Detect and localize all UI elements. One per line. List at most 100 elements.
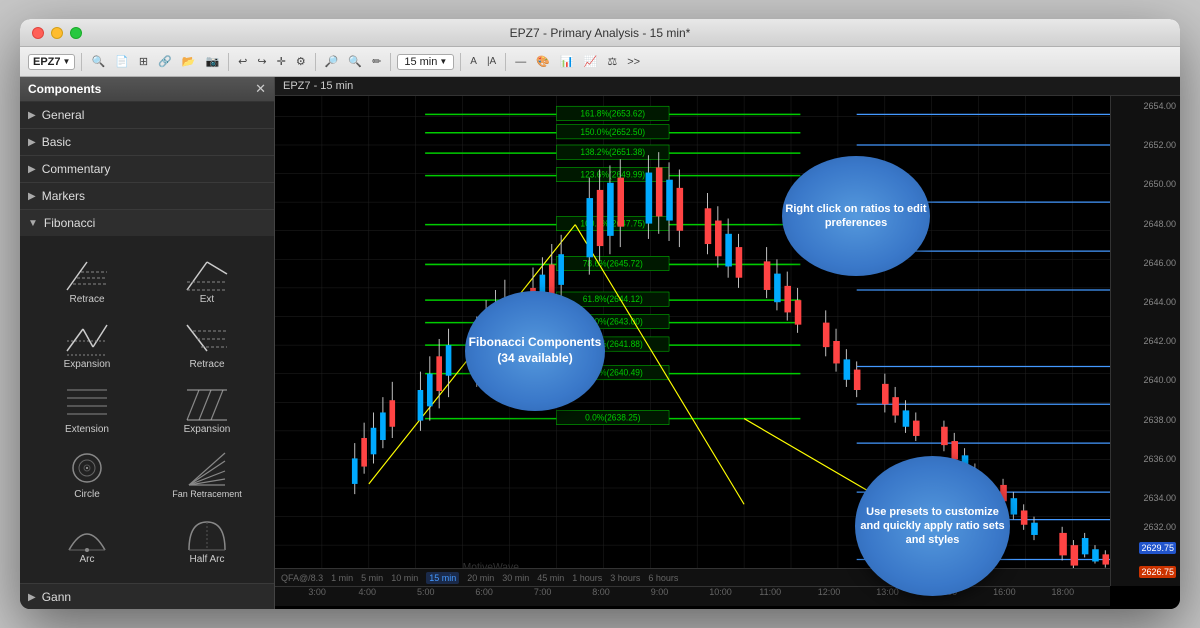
fibonacci-section: ▼ Fibonacci bbox=[20, 210, 274, 584]
line-style-button[interactable]: — bbox=[512, 54, 529, 70]
gann-arrow: ▶ bbox=[28, 592, 36, 603]
time-300: 3:00 bbox=[308, 587, 326, 597]
basic-label: Basic bbox=[42, 135, 71, 149]
title-bar: EPZ7 - Primary Analysis - 15 min* bbox=[20, 19, 1180, 47]
commentary-section: ▶ Commentary bbox=[20, 156, 274, 183]
fib-half-arc-item[interactable]: Half Arc bbox=[148, 508, 266, 571]
markers-section: ▶ Markers bbox=[20, 183, 274, 210]
time-axis: 3:00 4:00 5:00 6:00 7:00 8:00 9:00 10:00… bbox=[275, 586, 1110, 606]
minimize-button[interactable] bbox=[51, 27, 63, 39]
basic-arrow: ▶ bbox=[28, 137, 36, 148]
new-chart-button[interactable]: 📄 bbox=[112, 53, 132, 70]
price-2634: 2634.00 bbox=[1143, 493, 1176, 503]
layout-button[interactable]: ⊞ bbox=[136, 53, 151, 70]
chart-canvas: 161.8%(2653.62) 150.0%(2652.50) 138.2%(2… bbox=[275, 96, 1180, 606]
time-600: 6:00 bbox=[475, 587, 493, 597]
main-content: Components ✕ ▶ General ▶ Basic bbox=[20, 77, 1180, 609]
fib-retrace1-icon bbox=[65, 254, 109, 292]
sidebar-close-button[interactable]: ✕ bbox=[255, 81, 266, 97]
fibonacci-label: Fibonacci bbox=[44, 216, 95, 230]
time-1800: 18:00 bbox=[1052, 587, 1075, 597]
bottom-30min: 30 min bbox=[502, 573, 529, 583]
fibonacci-callout: Fibonacci Components(34 available) bbox=[465, 291, 605, 411]
fib-circle-icon bbox=[65, 449, 109, 487]
fib-retrace2-label: Retrace bbox=[189, 359, 224, 370]
draw-button[interactable]: ✏ bbox=[369, 53, 384, 70]
undo-button[interactable]: ↩ bbox=[235, 53, 250, 70]
symbol-selector[interactable]: EPZ7 ▼ bbox=[28, 54, 75, 70]
fibonacci-header[interactable]: ▼ Fibonacci bbox=[20, 210, 274, 236]
font-button[interactable]: A bbox=[467, 54, 480, 69]
timeframe-label: 15 min bbox=[404, 56, 437, 68]
chart-type-button[interactable]: 📊 bbox=[557, 53, 577, 70]
crosshair-button[interactable]: ✛ bbox=[274, 53, 289, 70]
time-1100: 11:00 bbox=[759, 587, 781, 597]
zoom-in-button[interactable]: 🔎 bbox=[322, 53, 342, 70]
fib-expansion2-item[interactable]: Expansion bbox=[148, 378, 266, 441]
bottom-5min: 5 min bbox=[361, 573, 383, 583]
redo-button[interactable]: ↪ bbox=[254, 53, 269, 70]
basic-section: ▶ Basic bbox=[20, 129, 274, 156]
price-axis: 2654.00 2652.00 2650.00 2648.00 2646.00 … bbox=[1110, 96, 1180, 586]
fib-half-arc-label: Half Arc bbox=[189, 554, 224, 565]
toolbar-sep-1 bbox=[81, 53, 82, 71]
fib-retrace1-item[interactable]: Retrace bbox=[28, 248, 146, 311]
price-2632: 2632.00 bbox=[1143, 522, 1176, 532]
right-click-callout: Right click on ratios to edit preference… bbox=[782, 156, 930, 276]
toolbar: EPZ7 ▼ 🔍 📄 ⊞ 🔗 📂 📷 ↩ ↪ ✛ ⚙ 🔎 🔍 ✏ 15 min … bbox=[20, 47, 1180, 77]
markers-header[interactable]: ▶ Markers bbox=[20, 183, 274, 209]
more-button[interactable]: >> bbox=[624, 54, 643, 70]
commentary-header[interactable]: ▶ Commentary bbox=[20, 156, 274, 182]
compare-button[interactable]: ⚖ bbox=[604, 53, 620, 70]
bottom-6hours: 6 hours bbox=[648, 573, 678, 583]
close-button[interactable] bbox=[32, 27, 44, 39]
bottom-45min: 45 min bbox=[537, 573, 564, 583]
price-2636: 2636.00 bbox=[1143, 454, 1176, 464]
svg-text:61.8%(2644.12): 61.8%(2644.12) bbox=[583, 294, 643, 304]
toolbar-sep-3 bbox=[315, 53, 316, 71]
chart-title: EPZ7 - 15 min bbox=[283, 80, 353, 92]
fib-ext1-item[interactable]: Ext bbox=[148, 248, 266, 311]
gann-label: Gann bbox=[42, 590, 71, 604]
symbol-dropdown-icon: ▼ bbox=[63, 57, 71, 66]
fib-arc-label: Arc bbox=[80, 554, 95, 565]
chart-area[interactable]: EPZ7 - 15 min bbox=[275, 77, 1180, 609]
bottom-1min: 1 min bbox=[331, 573, 353, 583]
maximize-button[interactable] bbox=[70, 27, 82, 39]
link-button[interactable]: 🔗 bbox=[155, 53, 175, 70]
indicator-button[interactable]: 📈 bbox=[581, 53, 601, 70]
fib-circle-item[interactable]: Circle bbox=[28, 443, 146, 506]
fib-fan-item[interactable]: Fan Retracement bbox=[148, 443, 266, 506]
text-size-button[interactable]: |A bbox=[484, 54, 499, 69]
fib-ext1-icon bbox=[185, 254, 229, 292]
fib-fan-label: Fan Retracement bbox=[172, 489, 242, 499]
fibonacci-callout-text: Fibonacci Components(34 available) bbox=[469, 335, 602, 366]
fib-extension-item[interactable]: Extension bbox=[28, 378, 146, 441]
markers-arrow: ▶ bbox=[28, 191, 36, 202]
commentary-arrow: ▶ bbox=[28, 164, 36, 175]
gann-header[interactable]: ▶ Gann bbox=[20, 584, 274, 609]
fib-retrace2-item[interactable]: Retrace bbox=[148, 313, 266, 376]
search-button[interactable]: 🔍 bbox=[88, 53, 108, 70]
fib-expansion1-item[interactable]: Expansion bbox=[28, 313, 146, 376]
price-2640: 2640.00 bbox=[1143, 375, 1176, 385]
camera-button[interactable]: 📷 bbox=[202, 53, 222, 70]
sidebar-title: Components bbox=[28, 82, 101, 96]
general-header[interactable]: ▶ General bbox=[20, 102, 274, 128]
basic-header[interactable]: ▶ Basic bbox=[20, 129, 274, 155]
fib-expansion1-label: Expansion bbox=[64, 359, 111, 370]
fib-arc-item[interactable]: Arc bbox=[28, 508, 146, 571]
color-button[interactable]: 🎨 bbox=[533, 53, 553, 70]
sidebar-header: Components ✕ bbox=[20, 77, 274, 102]
svg-text:161.8%(2653.62): 161.8%(2653.62) bbox=[580, 108, 645, 118]
main-window: EPZ7 - Primary Analysis - 15 min* EPZ7 ▼… bbox=[20, 19, 1180, 609]
bottom-20min: 20 min bbox=[467, 573, 494, 583]
timeframe-selector[interactable]: 15 min ▼ bbox=[397, 54, 454, 70]
zoom-out-button[interactable]: 🔍 bbox=[345, 53, 365, 70]
open-button[interactable]: 📂 bbox=[179, 53, 199, 70]
settings-button[interactable]: ⚙ bbox=[293, 53, 309, 70]
fib-expansion2-icon bbox=[185, 384, 229, 422]
price-2652: 2652.00 bbox=[1143, 140, 1176, 150]
fib-fan-icon bbox=[185, 449, 229, 487]
fib-expansion1-icon bbox=[65, 319, 109, 357]
